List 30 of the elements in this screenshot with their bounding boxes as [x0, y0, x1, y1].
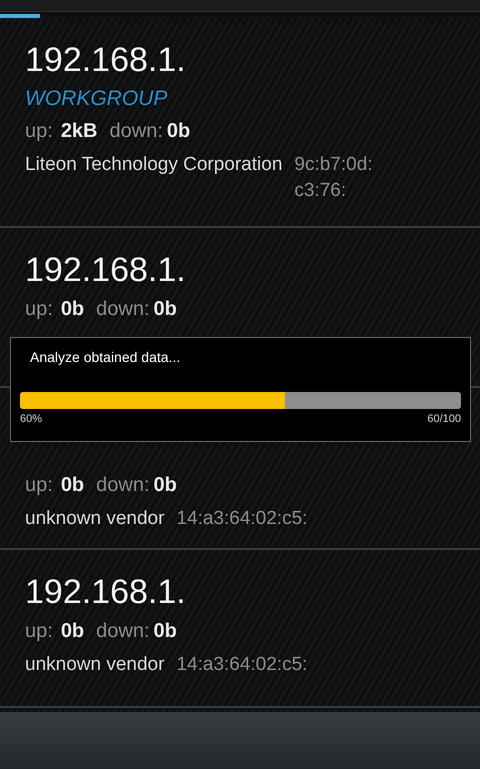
tab-indicator	[0, 14, 40, 18]
vendor-name: Liteon Technology Corporation	[25, 153, 282, 177]
up-label: up:	[25, 473, 53, 498]
down-value: 0b	[166, 119, 190, 144]
progress-percent: 60%	[20, 412, 42, 426]
up-label: up:	[25, 297, 53, 322]
down-label: down:	[96, 297, 150, 322]
mac-address: 14:a3:64:02:c5:	[176, 507, 308, 531]
up-value: 2kB	[60, 119, 98, 144]
dialog-message: Analyze obtained data...	[30, 348, 180, 366]
up-value: 0b	[60, 297, 84, 322]
vendor-name: unknown vendor	[25, 653, 164, 677]
up-label: up:	[25, 619, 53, 644]
up-label: up:	[25, 119, 53, 144]
up-value: 0b	[60, 473, 84, 498]
ip-address: 192.168.1.	[25, 250, 186, 290]
ip-address: 192.168.1.	[25, 572, 186, 612]
up-value: 0b	[60, 619, 84, 644]
ip-address: 192.168.1.	[25, 40, 186, 80]
down-label: down:	[110, 119, 163, 144]
progress-count: 60/100	[427, 412, 461, 426]
down-label: down:	[96, 619, 150, 644]
down-label: down:	[96, 473, 150, 498]
mac-address: 14:a3:64:02:c5:	[176, 653, 308, 677]
down-value: 0b	[154, 473, 177, 498]
mac-address: 9c:b7:0d: c3:76:	[294, 153, 373, 203]
down-value: 0b	[154, 297, 177, 322]
down-value: 0b	[154, 619, 177, 644]
workgroup-label: WORKGROUP	[25, 86, 168, 112]
vendor-name: unknown vendor	[25, 507, 164, 531]
